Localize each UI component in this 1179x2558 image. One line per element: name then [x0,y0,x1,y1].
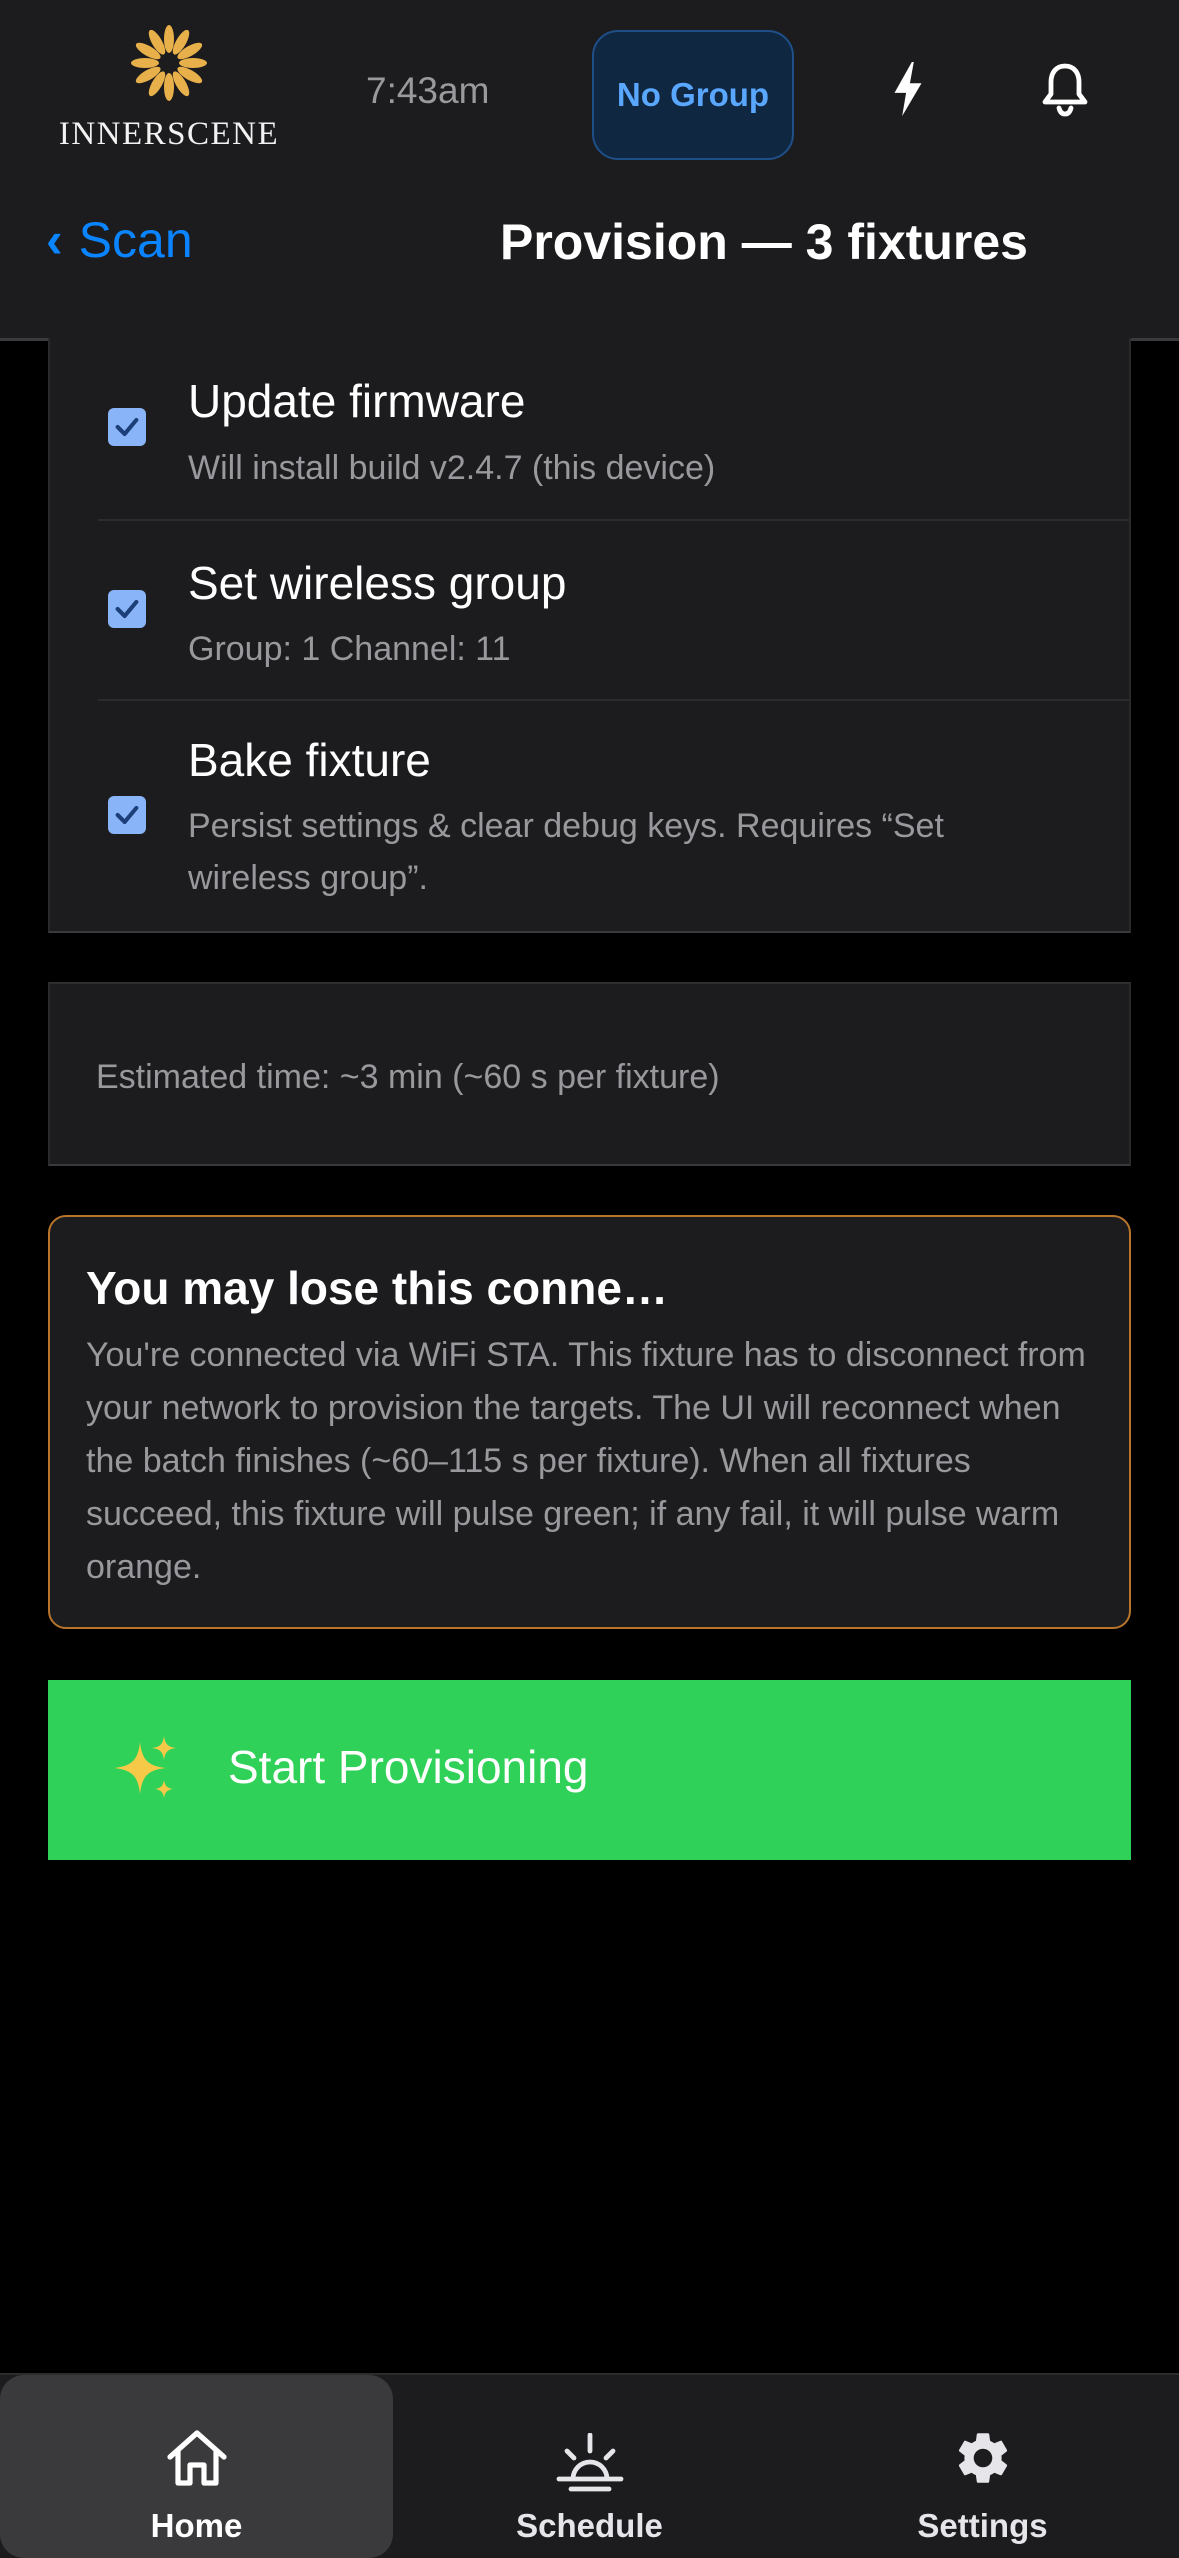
sparkles-icon [110,1734,180,1809]
back-button[interactable]: ‹ Scan [46,205,193,275]
option-title: Update firmware [188,375,526,427]
option-description: Persist settings & clear debug keys. Req… [188,807,944,897]
tab-schedule[interactable]: Schedule [393,2375,786,2558]
flower-logo-icon [131,25,207,101]
tab-home[interactable]: Home [0,2375,393,2558]
option-update-firmware[interactable]: Update firmware Will install build v2.4.… [50,338,1133,518]
option-description: Group: 1 Channel: 11 [188,630,511,668]
option-title: Set wireless group [188,557,567,609]
tab-settings[interactable]: Settings [786,2375,1179,2558]
provision-options-card: Update firmware Will install build v2.4.… [48,338,1131,933]
navigation-header: ‹ Scan Provision — 3 fixtures [0,205,1179,341]
tab-home-label: Home [150,2507,243,2544]
start-provisioning-label: Start Provisioning [228,1741,589,1793]
start-provisioning-button[interactable]: Start Provisioning [48,1680,1131,1860]
update-firmware-checkbox[interactable] [108,408,146,446]
warning-body: You're connected via WiFi STA. This fixt… [86,1336,1086,1586]
checkmark-icon [115,805,139,825]
set-wireless-group-checkbox[interactable] [108,590,146,628]
warning-title: You may lose this conne… [86,1262,668,1314]
sunrise-icon [555,2432,625,2500]
tab-settings-label: Settings [917,2507,1048,2544]
checkmark-icon [115,417,139,437]
brand-logo: INNERSCENE [56,22,282,152]
bottom-tab-bar: Home Schedule Settings [0,2373,1179,2558]
brand-name: INNERSCENE [58,116,280,152]
top-app-bar: INNERSCENE 7:43am No Group [0,0,1179,205]
back-label: Scan [78,212,193,268]
page-title: Provision — 3 fixtures [500,214,1028,270]
tab-schedule-label: Schedule [516,2507,663,2544]
home-icon [164,2427,230,2494]
gear-icon [952,2427,1014,2494]
chevron-left-icon: ‹ [46,212,63,268]
estimated-time: Estimated time: ~3 min (~60 s per fixtur… [96,1058,720,1096]
option-set-wireless-group[interactable]: Set wireless group Group: 1 Channel: 11 [50,520,1133,698]
checkmark-icon [115,599,139,619]
bake-fixture-checkbox[interactable] [108,796,146,834]
clock-time: 7:43am [366,70,490,111]
option-title: Bake fixture [188,734,431,786]
option-bake-fixture[interactable]: Bake fixture Persist settings & clear de… [50,700,1133,930]
connection-warning-card: You may lose this conne… You're connecte… [48,1215,1131,1629]
option-description: Will install build v2.4.7 (this device) [188,449,716,487]
group-selector-button[interactable]: No Group [592,30,794,160]
bell-icon[interactable] [1040,62,1090,123]
lightning-bolt-icon[interactable] [888,62,928,121]
estimate-card: Estimated time: ~3 min (~60 s per fixtur… [48,982,1131,1166]
